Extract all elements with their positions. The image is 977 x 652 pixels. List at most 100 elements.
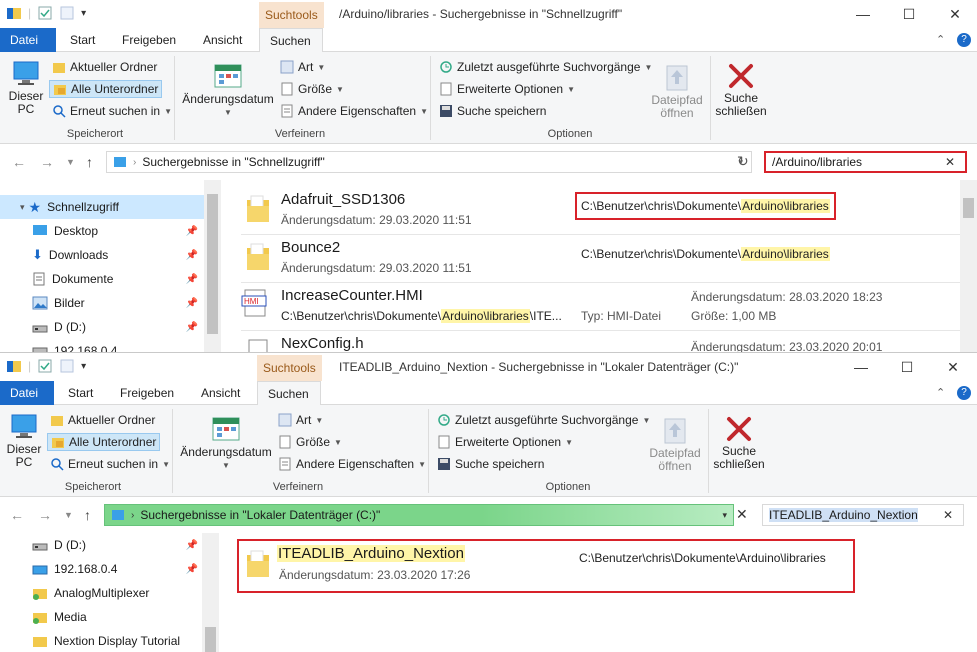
pin-icon[interactable]: 📌 (186, 274, 198, 285)
other-properties-button[interactable]: Andere Eigenschaften ▼ (278, 457, 426, 471)
tab-start[interactable]: Start (58, 381, 103, 405)
new-folder-icon[interactable] (59, 5, 75, 21)
results-scrollbar[interactable] (960, 180, 977, 352)
properties-icon[interactable] (37, 358, 53, 374)
all-subfolders-button[interactable]: Alle Unterordner (47, 433, 161, 451)
search-input[interactable]: /Arduino/libraries ✕ (764, 151, 967, 173)
recent-searches-button[interactable]: Zuletzt ausgeführte Suchvorgänge ▼ (437, 413, 650, 427)
type-button[interactable]: Art ▼ (280, 60, 325, 74)
explorer-icon[interactable] (6, 5, 22, 21)
pin-icon[interactable]: 📌 (186, 322, 198, 333)
nav-item-nextion-display-tutorial[interactable]: Nextion Display Tutorial (0, 629, 204, 652)
properties-icon[interactable] (37, 5, 53, 21)
forward-arrow-icon[interactable]: → (38, 507, 52, 523)
minimize-button[interactable]: — (838, 353, 884, 381)
help-icon[interactable]: ? (957, 386, 971, 400)
type-button[interactable]: Art ▼ (278, 413, 323, 427)
save-search-button[interactable]: Suche speichern (437, 457, 544, 471)
clear-search-icon[interactable]: ✕ (943, 508, 953, 522)
tab-suchen[interactable]: Suchen (259, 28, 323, 53)
tab-datei[interactable]: Datei (0, 28, 56, 52)
close-button[interactable]: ✕ (930, 353, 976, 381)
size-button[interactable]: Größe ▼ (280, 82, 344, 96)
recent-searches-button[interactable]: Zuletzt ausgeführte Suchvorgänge ▼ (439, 60, 652, 74)
nav-item-network-drive[interactable]: 192.168.0.4 📌 (0, 557, 204, 581)
tab-ansicht[interactable]: Ansicht (193, 28, 252, 52)
nav-item-drive-d[interactable]: D (D:) 📌 (0, 315, 204, 339)
maximize-button[interactable]: ☐ (886, 0, 932, 28)
address-bar-searching[interactable]: › Suchergebnisse in "Lokaler Datenträger… (104, 504, 734, 526)
result-row[interactable]: ITEADLIB_Arduino_Nextion Änderungsdatum:… (237, 539, 855, 593)
search-input[interactable]: ITEADLIB_Arduino_Nextion ✕ (762, 504, 964, 526)
result-row[interactable]: Bounce2 Änderungsdatum: 29.03.2020 11:51… (221, 234, 961, 280)
nav-scrollbar[interactable] (204, 180, 221, 352)
result-row[interactable]: HMI IncreaseCounter.HMI C:\Benutzer\chri… (221, 282, 961, 328)
clear-search-icon[interactable]: ✕ (945, 155, 955, 169)
scrollbar-thumb[interactable] (205, 627, 216, 652)
nav-item-desktop[interactable]: Desktop 📌 (0, 219, 204, 243)
search-again-button[interactable]: Erneut suchen in ▼ (50, 457, 170, 471)
other-properties-button[interactable]: Andere Eigenschaften ▼ (280, 104, 428, 118)
nav-item-drive-d[interactable]: D (D:) 📌 (0, 533, 204, 557)
tab-start[interactable]: Start (60, 28, 105, 52)
nav-item-analogmultiplexer[interactable]: AnalogMultiplexer (0, 581, 204, 605)
pin-icon[interactable]: 📌 (186, 226, 198, 237)
save-search-button[interactable]: Suche speichern (439, 104, 546, 118)
tab-datei[interactable]: Datei (0, 381, 54, 405)
nav-scrollbar[interactable] (202, 533, 219, 652)
up-arrow-icon[interactable]: ↑ (86, 154, 93, 170)
help-icon[interactable]: ? (957, 33, 971, 47)
nav-item-downloads[interactable]: ⬇ Downloads 📌 (0, 243, 204, 267)
maximize-button[interactable]: ☐ (884, 353, 930, 381)
pin-icon[interactable]: 📌 (186, 250, 198, 261)
nav-item-pictures[interactable]: Bilder 📌 (0, 291, 204, 315)
scrollbar-thumb[interactable] (207, 194, 218, 334)
pin-icon[interactable]: 📌 (186, 298, 198, 309)
back-arrow-icon[interactable]: ← (10, 507, 24, 523)
change-date-button[interactable]: Änderungsdatum ▼ (180, 415, 272, 470)
nav-item-documents[interactable]: Dokumente 📌 (0, 267, 204, 291)
close-search-button[interactable]: Suche schließen (714, 62, 768, 118)
collapse-ribbon-icon[interactable]: ⌃ (936, 386, 945, 399)
new-folder-icon[interactable] (59, 358, 75, 374)
this-pc-button[interactable]: Dieser PC (4, 413, 44, 469)
recent-locations-icon[interactable]: ▼ (64, 510, 73, 520)
customize-dropdown-icon[interactable]: ▾ (81, 8, 86, 19)
nav-item-media[interactable]: Media (0, 605, 204, 629)
change-date-button[interactable]: Änderungsdatum ▼ (182, 62, 274, 117)
current-folder-button[interactable]: Aktueller Ordner (52, 60, 157, 74)
nav-item-quick-access[interactable]: ▾ ★ Schnellzugriff (0, 195, 204, 219)
forward-arrow-icon[interactable]: → (40, 154, 54, 170)
explorer-icon[interactable] (6, 358, 22, 374)
current-folder-button[interactable]: Aktueller Ordner (50, 413, 155, 427)
result-row[interactable]: NexConfig.h Änderungsdatum: 23.03.2020 2… (221, 330, 961, 352)
scrollbar-thumb[interactable] (963, 198, 974, 218)
stop-search-icon[interactable]: ✕ (736, 506, 748, 523)
open-path-button[interactable]: Dateipfad öffnen (650, 62, 704, 120)
collapse-ribbon-icon[interactable]: ⌃ (936, 33, 945, 46)
close-button[interactable]: ✕ (932, 0, 977, 28)
search-again-button[interactable]: Erneut suchen in ▼ (52, 104, 172, 118)
pin-icon[interactable]: 📌 (186, 540, 198, 551)
address-bar[interactable]: › Suchergebnisse in "Schnellzugriff" ▾ (106, 151, 752, 173)
this-pc-button[interactable]: Dieser PC (6, 60, 46, 116)
pin-icon[interactable]: 📌 (186, 564, 198, 575)
advanced-options-button[interactable]: Erweiterte Optionen ▼ (439, 82, 575, 96)
tab-suchen[interactable]: Suchen (257, 381, 321, 406)
up-arrow-icon[interactable]: ↑ (84, 507, 91, 523)
all-subfolders-button[interactable]: Alle Unterordner (49, 80, 163, 98)
tab-freigeben[interactable]: Freigeben (110, 381, 184, 405)
tab-ansicht[interactable]: Ansicht (191, 381, 250, 405)
result-row[interactable]: Adafruit_SSD1306 Änderungsdatum: 29.03.2… (221, 186, 961, 232)
back-arrow-icon[interactable]: ← (12, 154, 26, 170)
nav-item-network-drive[interactable]: 192.168.0.4 (0, 339, 204, 352)
tab-freigeben[interactable]: Freigeben (112, 28, 186, 52)
open-path-button[interactable]: Dateipfad öffnen (648, 415, 702, 473)
address-dropdown-icon[interactable]: ▾ (722, 510, 727, 521)
customize-dropdown-icon[interactable]: ▾ (81, 361, 86, 372)
size-button[interactable]: Größe ▼ (278, 435, 342, 449)
refresh-icon[interactable]: ↻ (737, 153, 749, 170)
minimize-button[interactable]: — (840, 0, 886, 28)
advanced-options-button[interactable]: Erweiterte Optionen ▼ (437, 435, 573, 449)
recent-locations-icon[interactable]: ▼ (66, 157, 75, 167)
